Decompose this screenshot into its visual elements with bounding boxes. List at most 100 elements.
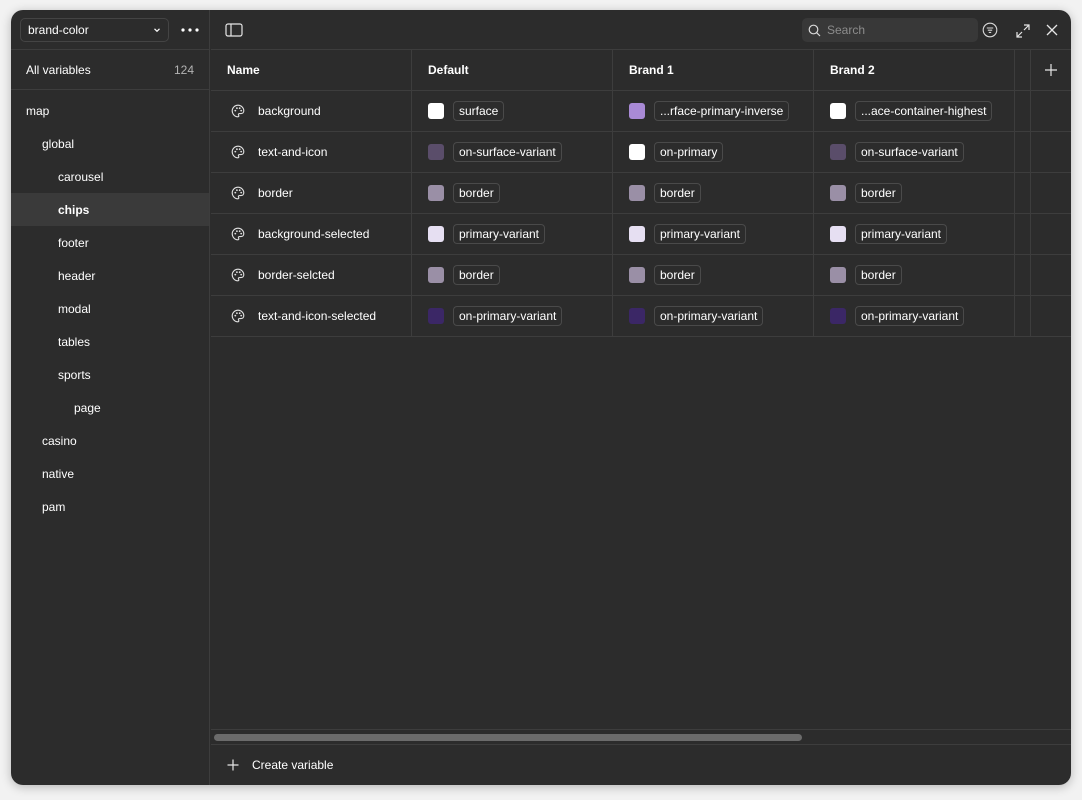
color-swatch (428, 267, 444, 283)
alias-pill[interactable]: border (855, 265, 902, 285)
sidebar-group-label: footer (58, 235, 89, 250)
alias-pill[interactable]: surface (453, 101, 505, 121)
chevron-down-icon (154, 28, 160, 33)
alias-pill[interactable]: primary-variant (654, 224, 747, 244)
table-row[interactable]: text-and-icon-selected on-primary-variant… (211, 296, 1071, 337)
main-panel: Name Default Brand 1 Brand 2 background s… (211, 10, 1071, 785)
value-cell-brand-2[interactable]: border (814, 255, 1015, 295)
color-variable-icon (231, 186, 245, 200)
create-variable-button[interactable]: Create variable (211, 744, 1071, 785)
column-header-default[interactable]: Default (412, 50, 613, 90)
table-row[interactable]: background surface ...rface-primary-invers… (211, 91, 1071, 132)
more-options-button[interactable] (179, 22, 201, 38)
sidebar-group-pam[interactable]: pam (11, 490, 209, 523)
collection-dropdown[interactable]: brand-color (20, 18, 169, 42)
sidebar-group-label: page (74, 400, 101, 415)
table-row[interactable]: text-and-icon on-surface-variant on-primar… (211, 132, 1071, 173)
row-spacer (1015, 296, 1031, 336)
variable-name-cell[interactable]: text-and-icon-selected (211, 296, 412, 336)
variable-name-cell[interactable]: background (211, 91, 412, 131)
color-swatch (830, 144, 846, 160)
column-spacer (1015, 50, 1031, 90)
sidebar-group-footer[interactable]: footer (11, 226, 209, 259)
value-cell-brand-2[interactable]: on-surface-variant (814, 132, 1015, 172)
value-cell-brand-1[interactable]: primary-variant (613, 214, 814, 254)
filter-icon[interactable] (982, 22, 998, 38)
alias-pill[interactable]: on-primary (654, 142, 724, 162)
color-swatch (428, 103, 444, 119)
color-swatch (830, 185, 846, 201)
create-variable-label: Create variable (252, 758, 334, 772)
sidebar-group-chips[interactable]: chips (11, 193, 209, 226)
alias-pill[interactable]: ...rface-primary-inverse (654, 101, 790, 121)
sidebar-group-carousel[interactable]: carousel (11, 160, 209, 193)
sidebar-group-page[interactable]: page (11, 391, 209, 424)
column-header-brand-1[interactable]: Brand 1 (613, 50, 814, 90)
value-cell-default[interactable]: on-surface-variant (412, 132, 613, 172)
value-cell-brand-1[interactable]: on-primary (613, 132, 814, 172)
alias-pill[interactable]: primary-variant (453, 224, 546, 244)
table-row[interactable]: border border border border (211, 173, 1071, 214)
column-header-name[interactable]: Name (211, 50, 412, 90)
sidebar-group-global[interactable]: global (11, 127, 209, 160)
color-swatch (428, 144, 444, 160)
plus-icon (227, 759, 239, 771)
sidebar: brand-color All variables 124 map global c… (11, 10, 210, 785)
value-cell-brand-2[interactable]: ...ace-container-highest (814, 91, 1015, 131)
sidebar-group-modal[interactable]: modal (11, 292, 209, 325)
sidebar-group-map[interactable]: map (11, 94, 209, 127)
column-header-brand-2[interactable]: Brand 2 (814, 50, 1015, 90)
value-cell-brand-1[interactable]: ...rface-primary-inverse (613, 91, 814, 131)
value-cell-brand-2[interactable]: border (814, 173, 1015, 213)
sidebar-group-label: map (26, 103, 50, 118)
alias-pill[interactable]: on-surface-variant (855, 142, 964, 162)
alias-pill[interactable]: ...ace-container-highest (855, 101, 993, 121)
table-row[interactable]: background-selected primary-variant primar… (211, 214, 1071, 255)
search-input[interactable] (827, 23, 967, 37)
sidebar-group-native[interactable]: native (11, 457, 209, 490)
alias-pill[interactable]: border (453, 265, 500, 285)
sidebar-group-tables[interactable]: tables (11, 325, 209, 358)
color-swatch (830, 226, 846, 242)
sidebar-group-label: carousel (58, 169, 104, 184)
variable-name-cell[interactable]: border-selcted (211, 255, 412, 295)
toolbar (211, 10, 1071, 50)
value-cell-default[interactable]: surface (412, 91, 613, 131)
value-cell-default[interactable]: primary-variant (412, 214, 613, 254)
expand-icon[interactable] (1015, 23, 1031, 39)
variable-name-cell[interactable]: background-selected (211, 214, 412, 254)
sidebar-group-label: global (42, 136, 75, 151)
sidebar-group-sports[interactable]: sports (11, 358, 209, 391)
sidebar-group-label: tables (58, 334, 91, 349)
value-cell-brand-2[interactable]: on-primary-variant (814, 296, 1015, 336)
add-mode-plus-icon[interactable] (1044, 63, 1058, 77)
alias-pill[interactable]: border (855, 183, 902, 203)
sidebar-group-header[interactable]: header (11, 259, 209, 292)
value-cell-brand-2[interactable]: primary-variant (814, 214, 1015, 254)
sidebar-group-label: native (42, 466, 75, 481)
variable-name-cell[interactable]: text-and-icon (211, 132, 412, 172)
alias-pill[interactable]: on-primary-variant (453, 306, 563, 326)
sidebar-group-label: pam (42, 499, 66, 514)
value-cell-default[interactable]: border (412, 255, 613, 295)
value-cell-brand-1[interactable]: on-primary-variant (613, 296, 814, 336)
value-cell-default[interactable]: on-primary-variant (412, 296, 613, 336)
scrollbar-thumb[interactable] (214, 734, 802, 741)
value-cell-brand-1[interactable]: border (613, 173, 814, 213)
alias-pill[interactable]: on-primary-variant (855, 306, 965, 326)
all-variables-item[interactable]: All variables 124 (11, 50, 209, 90)
alias-pill[interactable]: border (453, 183, 500, 203)
sidebar-toggle-icon[interactable] (225, 22, 243, 38)
sidebar-group-casino[interactable]: casino (11, 424, 209, 457)
alias-pill[interactable]: border (654, 183, 701, 203)
value-cell-default[interactable]: border (412, 173, 613, 213)
alias-pill[interactable]: on-primary-variant (654, 306, 764, 326)
alias-pill[interactable]: primary-variant (855, 224, 948, 244)
variable-name-cell[interactable]: border (211, 173, 412, 213)
table-row[interactable]: border-selcted border border border (211, 255, 1071, 296)
horizontal-scrollbar[interactable] (211, 729, 1071, 743)
alias-pill[interactable]: on-surface-variant (453, 142, 562, 162)
close-icon[interactable] (1045, 23, 1059, 37)
alias-pill[interactable]: border (654, 265, 701, 285)
value-cell-brand-1[interactable]: border (613, 255, 814, 295)
